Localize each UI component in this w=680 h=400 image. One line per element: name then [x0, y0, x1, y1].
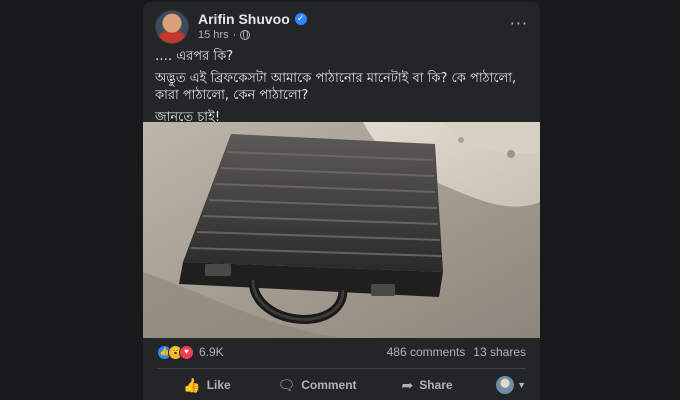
globe-icon[interactable] — [240, 30, 251, 40]
post-card: Arifin Shuvoo ✓ 15 hrs · ··· …. এরপর কি?… — [143, 2, 540, 400]
share-button[interactable]: ➦ Share — [377, 377, 477, 394]
author-name[interactable]: Arifin Shuvoo — [198, 11, 290, 27]
post-stats: 👍 😮 ♥ 6.9K 486 comments 13 shares — [157, 342, 526, 362]
reaction-count[interactable]: 6.9K — [199, 345, 224, 359]
share-arrow-icon: ➦ — [401, 376, 414, 393]
post-text-line: …. এরপর কি? — [155, 49, 234, 64]
chevron-down-icon: ▼ — [517, 380, 526, 390]
profile-avatar — [496, 376, 515, 394]
author-avatar[interactable] — [155, 10, 189, 44]
thumbs-up-icon: 👍 — [183, 376, 201, 393]
action-bar: 👍 Like 🗨 Comment ➦ Share ▼ — [157, 371, 526, 399]
comments-count[interactable]: 486 comments — [387, 345, 466, 359]
like-label: Like — [206, 378, 231, 392]
shares-count[interactable]: 13 shares — [473, 345, 526, 359]
comment-button[interactable]: 🗨 Comment — [257, 377, 377, 394]
like-button[interactable]: 👍 Like — [157, 377, 257, 394]
post-time[interactable]: 15 hrs — [198, 29, 229, 41]
post-photo[interactable] — [143, 122, 540, 338]
verified-badge-icon: ✓ — [294, 13, 307, 25]
author-row: Arifin Shuvoo ✓ — [198, 11, 307, 27]
react-as-profile-selector[interactable]: ▼ — [477, 376, 526, 394]
comment-bubble-icon: 🗨 — [277, 376, 296, 393]
post-meta: 15 hrs · — [198, 29, 251, 41]
divider — [157, 368, 526, 369]
comment-label: Comment — [301, 378, 357, 392]
more-options-button[interactable]: ··· — [510, 14, 528, 33]
engagement-counts: 486 comments 13 shares — [387, 345, 526, 359]
post-header: Arifin Shuvoo ✓ 15 hrs · ··· — [155, 10, 528, 44]
love-reaction-icon: ♥ — [179, 344, 194, 360]
post-text-line: অদ্ভুত এই ব্রিফকেসটা আমাকে পাঠানোর মানেট… — [155, 71, 517, 103]
briefcase-photo — [143, 122, 540, 338]
reactions-summary[interactable]: 👍 😮 ♥ 6.9K — [157, 344, 224, 360]
post-text: …. এরপর কি? অদ্ভুত এই ব্রিফকেসটা আমাকে প… — [155, 48, 528, 131]
share-label: Share — [419, 378, 453, 392]
